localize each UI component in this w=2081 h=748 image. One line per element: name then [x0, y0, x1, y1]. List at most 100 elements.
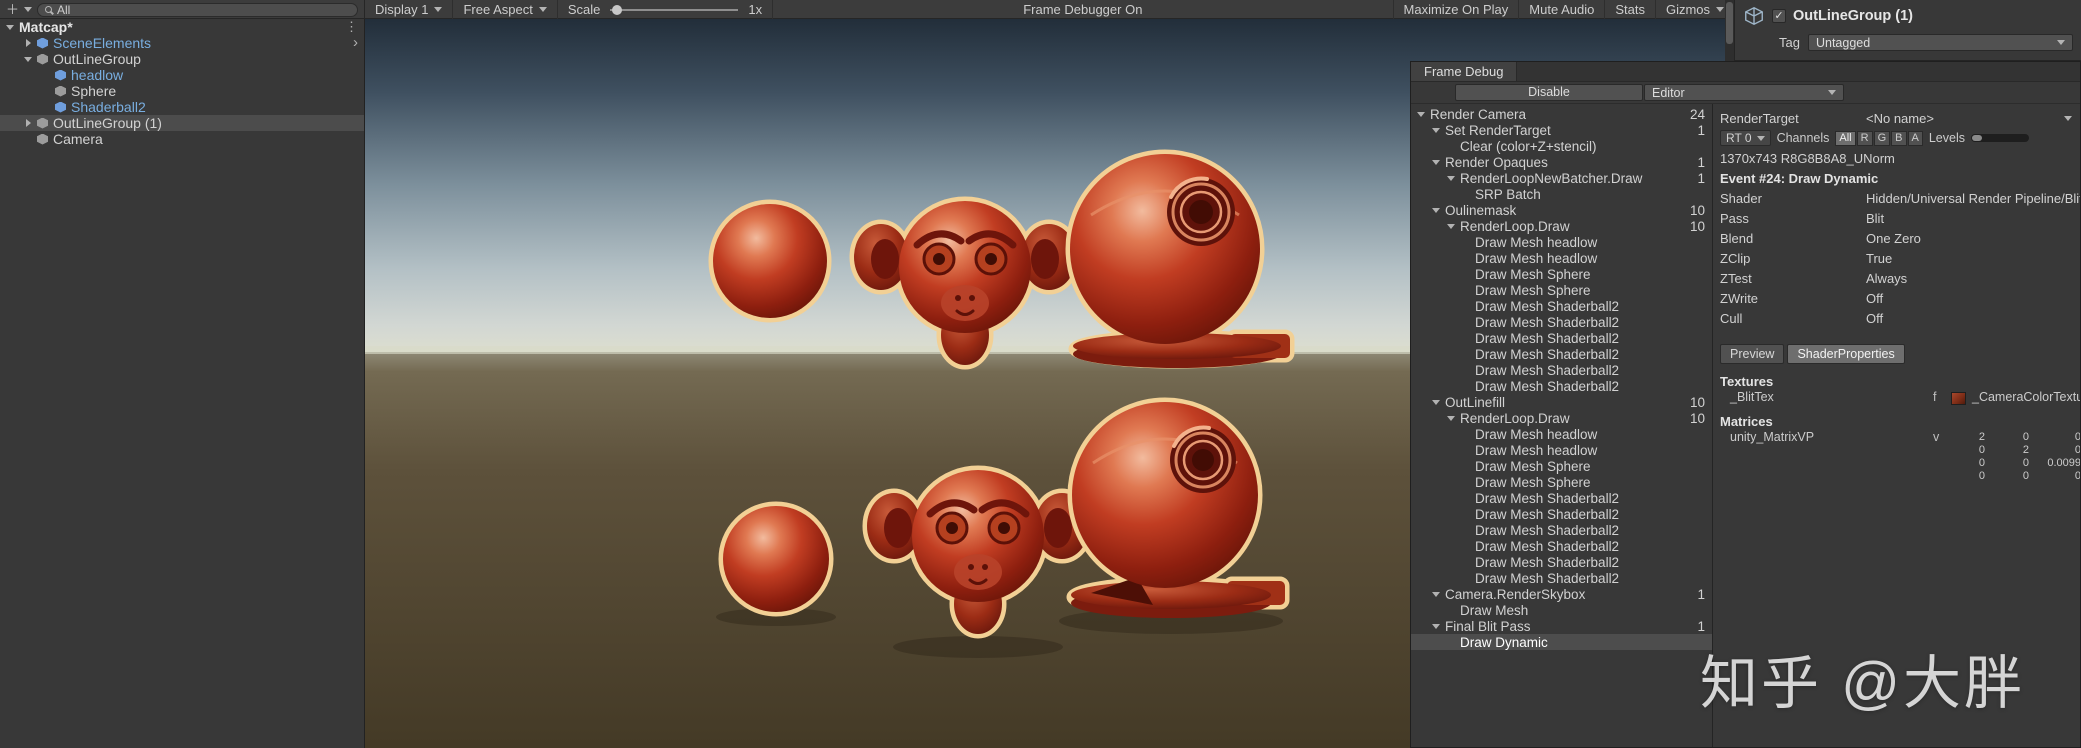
frame-debugger-toggle[interactable]: Frame Debugger On: [1013, 0, 1152, 19]
frame-event-row[interactable]: Draw Mesh Sphere: [1411, 266, 1712, 282]
frame-event-row[interactable]: Draw Mesh Shaderball2: [1411, 378, 1712, 394]
frame-event-label: Draw Mesh Sphere: [1475, 458, 1591, 474]
kebab-menu-icon[interactable]: ⋮: [345, 19, 358, 35]
foldout-down-icon[interactable]: [1415, 106, 1430, 122]
frame-event-row[interactable]: Draw Mesh Shaderball2: [1411, 346, 1712, 362]
frame-event-row[interactable]: Draw Mesh Shaderball2: [1411, 298, 1712, 314]
frame-event-row[interactable]: Render Camera 24: [1411, 106, 1712, 122]
foldout-down-icon[interactable]: [1430, 202, 1445, 218]
frame-event-row[interactable]: Draw Dynamic: [1411, 634, 1712, 650]
frame-event-row[interactable]: Final Blit Pass 1: [1411, 618, 1712, 634]
foldout-down-icon[interactable]: [1445, 218, 1460, 234]
frame-event-row[interactable]: Draw Mesh Shaderball2: [1411, 362, 1712, 378]
property-key: ZClip: [1720, 250, 1751, 266]
scale-slider-knob[interactable]: [612, 4, 623, 15]
channel-button-b[interactable]: B: [1891, 130, 1907, 146]
hierarchy-item[interactable]: headlow: [0, 67, 364, 83]
gizmos-dropdown[interactable]: Gizmos: [1654, 0, 1734, 19]
frame-event-row[interactable]: Draw Mesh Sphere: [1411, 474, 1712, 490]
hierarchy-item[interactable]: SceneElements ›: [0, 35, 364, 51]
foldout-down-icon[interactable]: [1430, 154, 1445, 170]
levels-slider-knob[interactable]: [1971, 135, 1982, 141]
foldout-down-icon[interactable]: [1445, 170, 1460, 186]
frame-event-label: Draw Mesh headlow: [1475, 442, 1598, 458]
tab-preview[interactable]: Preview: [1720, 344, 1785, 364]
frame-event-row[interactable]: RenderLoopNewBatcher.Draw 1: [1411, 170, 1712, 186]
frame-event-row[interactable]: Draw Mesh Sphere: [1411, 282, 1712, 298]
frame-event-row[interactable]: Draw Mesh headlow: [1411, 426, 1712, 442]
create-plus-icon[interactable]: ＋: [6, 3, 19, 16]
frame-event-row[interactable]: Camera.RenderSkybox 1: [1411, 586, 1712, 602]
hierarchy-item[interactable]: OutLineGroup (1): [0, 115, 364, 131]
stats-button[interactable]: Stats: [1604, 0, 1655, 19]
frame-debug-titlebar[interactable]: Frame Debug: [1411, 62, 2080, 82]
maximize-on-play-button[interactable]: Maximize On Play: [1392, 0, 1519, 19]
frame-event-row[interactable]: RenderLoop.Draw 10: [1411, 410, 1712, 426]
foldout-down-icon[interactable]: [1445, 410, 1460, 426]
foldout-spacer: [1445, 634, 1460, 650]
tab-shaderproperties[interactable]: ShaderProperties: [1787, 344, 1905, 364]
scale-slider[interactable]: [610, 4, 739, 15]
rt-dropdown[interactable]: RT 0: [1720, 130, 1771, 146]
channel-button-r[interactable]: R: [1856, 130, 1873, 146]
channel-button-all[interactable]: All: [1835, 130, 1856, 146]
display-dropdown[interactable]: Display 1: [365, 0, 454, 19]
stats-label: Stats: [1615, 2, 1645, 17]
mute-audio-button[interactable]: Mute Audio: [1518, 0, 1604, 19]
frame-event-label: Render Opaques: [1445, 154, 1548, 170]
inspector-scrollbar[interactable]: [1725, 0, 1734, 61]
frame-event-row[interactable]: Draw Mesh Shaderball2: [1411, 554, 1712, 570]
frame-event-row[interactable]: OutLinefill 10: [1411, 394, 1712, 410]
frame-event-row[interactable]: Draw Mesh Shaderball2: [1411, 490, 1712, 506]
hierarchy-item[interactable]: Shaderball2: [0, 99, 364, 115]
frame-event-row[interactable]: Draw Mesh headlow: [1411, 234, 1712, 250]
foldout-down-icon[interactable]: [1430, 122, 1445, 138]
foldout-down-icon[interactable]: [1430, 618, 1445, 634]
hierarchy-item[interactable]: Camera: [0, 131, 364, 147]
frame-event-row[interactable]: SRP Batch: [1411, 186, 1712, 202]
aspect-dropdown[interactable]: Free Aspect: [453, 0, 558, 19]
frame-event-row[interactable]: Draw Mesh Shaderball2: [1411, 570, 1712, 586]
levels-slider[interactable]: [1970, 134, 2029, 142]
disable-button[interactable]: Disable: [1455, 84, 1643, 101]
hierarchy-item[interactable]: Sphere: [0, 83, 364, 99]
frame-event-row[interactable]: Draw Mesh Shaderball2: [1411, 314, 1712, 330]
foldout-down-icon[interactable]: [1430, 586, 1445, 602]
frame-event-row[interactable]: Draw Mesh Shaderball2: [1411, 506, 1712, 522]
foldout-right-icon[interactable]: [22, 35, 37, 51]
foldout-spacer: [1460, 458, 1475, 474]
frame-event-row[interactable]: Draw Mesh Shaderball2: [1411, 330, 1712, 346]
prefab-open-chevron-icon[interactable]: ›: [353, 35, 358, 50]
create-caret-icon[interactable]: [24, 7, 33, 12]
frame-event-row[interactable]: Draw Mesh Sphere: [1411, 458, 1712, 474]
hierarchy-item[interactable]: OutLineGroup: [0, 51, 364, 67]
frame-event-label: Draw Dynamic: [1460, 634, 1548, 650]
frame-event-row[interactable]: Clear (color+Z+stencil): [1411, 138, 1712, 154]
hierarchy-search-input[interactable]: All: [37, 2, 358, 17]
chevron-down-icon[interactable]: [2064, 115, 2072, 121]
channel-button-g[interactable]: G: [1873, 130, 1891, 146]
channel-button-a[interactable]: A: [1907, 130, 1923, 146]
foldout-right-icon[interactable]: [22, 115, 37, 131]
frame-event-row[interactable]: Draw Mesh Shaderball2: [1411, 538, 1712, 554]
outlined-sphere-bottom: [718, 501, 834, 617]
frame-event-row[interactable]: Draw Mesh Shaderball2: [1411, 522, 1712, 538]
scrollbar-thumb[interactable]: [1726, 2, 1733, 44]
type-flag: v: [1933, 430, 1940, 444]
frame-debug-tab[interactable]: Frame Debug: [1411, 62, 1518, 81]
foldout-down-icon[interactable]: [22, 51, 37, 67]
frame-event-row[interactable]: Draw Mesh headlow: [1411, 442, 1712, 458]
inspector-title: OutLineGroup (1): [1793, 8, 1914, 24]
foldout-down-icon[interactable]: [1430, 394, 1445, 410]
frame-event-row[interactable]: Set RenderTarget 1: [1411, 122, 1712, 138]
foldout-down-icon[interactable]: [4, 19, 19, 35]
frame-event-row[interactable]: Draw Mesh: [1411, 602, 1712, 618]
frame-event-row[interactable]: Oulinemask 10: [1411, 202, 1712, 218]
frame-event-row[interactable]: Render Opaques 1: [1411, 154, 1712, 170]
active-checkbox[interactable]: ✓: [1772, 9, 1786, 23]
frame-event-row[interactable]: Draw Mesh headlow: [1411, 250, 1712, 266]
hierarchy-item[interactable]: Matcap* ⋮: [0, 19, 364, 35]
frame-event-row[interactable]: RenderLoop.Draw 10: [1411, 218, 1712, 234]
tag-dropdown[interactable]: Untagged: [1807, 34, 2073, 51]
editor-dropdown[interactable]: Editor: [1644, 84, 1844, 101]
